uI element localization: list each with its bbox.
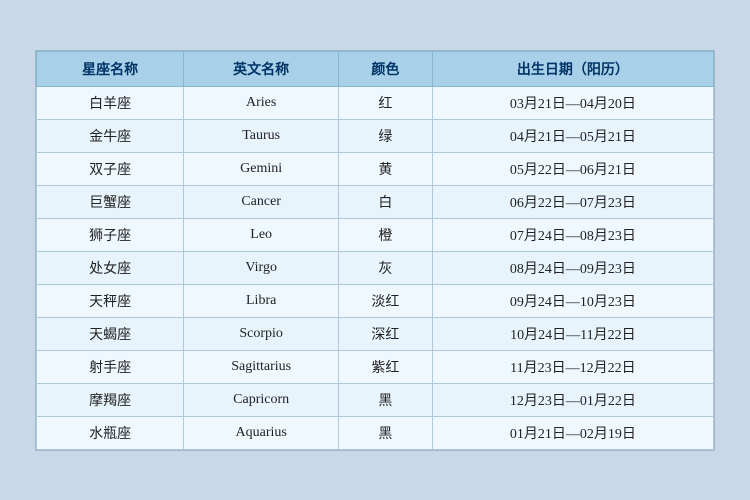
cell-english-name: Cancer bbox=[184, 185, 339, 218]
cell-color: 黄 bbox=[339, 152, 433, 185]
cell-english-name: Taurus bbox=[184, 119, 339, 152]
cell-chinese-name: 金牛座 bbox=[37, 119, 184, 152]
cell-dates: 03月21日—04月20日 bbox=[432, 86, 713, 119]
cell-chinese-name: 射手座 bbox=[37, 350, 184, 383]
table-row: 水瓶座Aquarius黑01月21日—02月19日 bbox=[37, 416, 714, 449]
cell-color: 白 bbox=[339, 185, 433, 218]
table-row: 射手座Sagittarius紫红11月23日—12月22日 bbox=[37, 350, 714, 383]
cell-dates: 06月22日—07月23日 bbox=[432, 185, 713, 218]
cell-color: 橙 bbox=[339, 218, 433, 251]
cell-dates: 01月21日—02月19日 bbox=[432, 416, 713, 449]
cell-chinese-name: 水瓶座 bbox=[37, 416, 184, 449]
header-english-name: 英文名称 bbox=[184, 51, 339, 86]
table-row: 处女座Virgo灰08月24日—09月23日 bbox=[37, 251, 714, 284]
cell-dates: 05月22日—06月21日 bbox=[432, 152, 713, 185]
cell-dates: 09月24日—10月23日 bbox=[432, 284, 713, 317]
cell-dates: 11月23日—12月22日 bbox=[432, 350, 713, 383]
cell-chinese-name: 摩羯座 bbox=[37, 383, 184, 416]
table-body: 白羊座Aries红03月21日—04月20日金牛座Taurus绿04月21日—0… bbox=[37, 86, 714, 449]
cell-chinese-name: 白羊座 bbox=[37, 86, 184, 119]
cell-dates: 07月24日—08月23日 bbox=[432, 218, 713, 251]
header-dates: 出生日期（阳历） bbox=[432, 51, 713, 86]
table-row: 天蝎座Scorpio深红10月24日—11月22日 bbox=[37, 317, 714, 350]
cell-color: 深红 bbox=[339, 317, 433, 350]
cell-chinese-name: 天秤座 bbox=[37, 284, 184, 317]
table-row: 摩羯座Capricorn黑12月23日—01月22日 bbox=[37, 383, 714, 416]
table-row: 白羊座Aries红03月21日—04月20日 bbox=[37, 86, 714, 119]
cell-color: 红 bbox=[339, 86, 433, 119]
cell-chinese-name: 天蝎座 bbox=[37, 317, 184, 350]
table-row: 金牛座Taurus绿04月21日—05月21日 bbox=[37, 119, 714, 152]
header-chinese-name: 星座名称 bbox=[37, 51, 184, 86]
cell-color: 黑 bbox=[339, 383, 433, 416]
cell-english-name: Gemini bbox=[184, 152, 339, 185]
cell-chinese-name: 双子座 bbox=[37, 152, 184, 185]
cell-english-name: Capricorn bbox=[184, 383, 339, 416]
cell-color: 灰 bbox=[339, 251, 433, 284]
cell-english-name: Scorpio bbox=[184, 317, 339, 350]
cell-color: 淡红 bbox=[339, 284, 433, 317]
table-row: 巨蟹座Cancer白06月22日—07月23日 bbox=[37, 185, 714, 218]
cell-english-name: Virgo bbox=[184, 251, 339, 284]
table-row: 狮子座Leo橙07月24日—08月23日 bbox=[37, 218, 714, 251]
header-color: 颜色 bbox=[339, 51, 433, 86]
cell-english-name: Aries bbox=[184, 86, 339, 119]
cell-dates: 10月24日—11月22日 bbox=[432, 317, 713, 350]
cell-color: 黑 bbox=[339, 416, 433, 449]
zodiac-table: 星座名称 英文名称 颜色 出生日期（阳历） 白羊座Aries红03月21日—04… bbox=[36, 51, 714, 450]
cell-english-name: Libra bbox=[184, 284, 339, 317]
table-row: 双子座Gemini黄05月22日—06月21日 bbox=[37, 152, 714, 185]
cell-color: 紫红 bbox=[339, 350, 433, 383]
cell-dates: 04月21日—05月21日 bbox=[432, 119, 713, 152]
zodiac-table-container: 星座名称 英文名称 颜色 出生日期（阳历） 白羊座Aries红03月21日—04… bbox=[35, 50, 715, 451]
cell-chinese-name: 处女座 bbox=[37, 251, 184, 284]
table-header-row: 星座名称 英文名称 颜色 出生日期（阳历） bbox=[37, 51, 714, 86]
table-row: 天秤座Libra淡红09月24日—10月23日 bbox=[37, 284, 714, 317]
cell-chinese-name: 狮子座 bbox=[37, 218, 184, 251]
cell-english-name: Aquarius bbox=[184, 416, 339, 449]
cell-dates: 12月23日—01月22日 bbox=[432, 383, 713, 416]
cell-english-name: Leo bbox=[184, 218, 339, 251]
cell-color: 绿 bbox=[339, 119, 433, 152]
cell-chinese-name: 巨蟹座 bbox=[37, 185, 184, 218]
cell-dates: 08月24日—09月23日 bbox=[432, 251, 713, 284]
cell-english-name: Sagittarius bbox=[184, 350, 339, 383]
